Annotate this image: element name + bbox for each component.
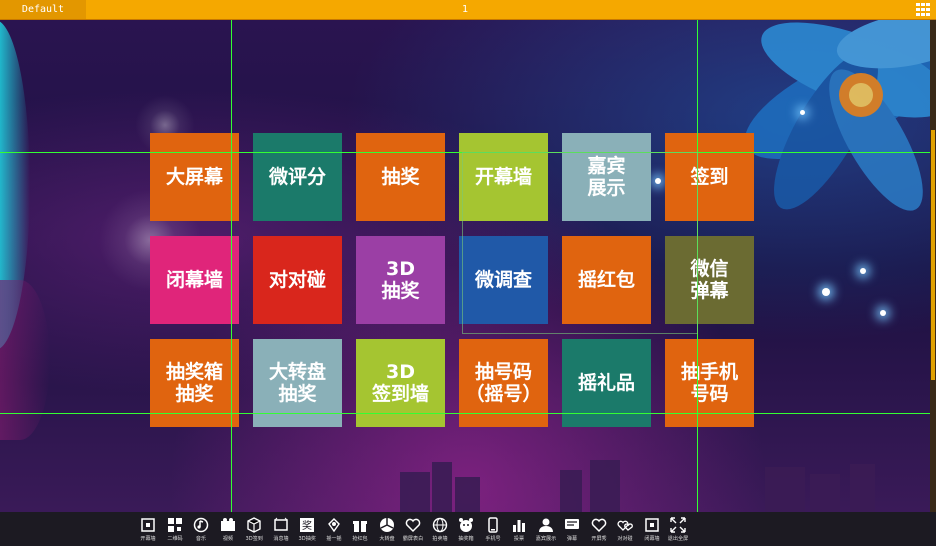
video-icon xyxy=(220,518,235,531)
toolbar-button[interactable]: 嘉宾展示 xyxy=(533,514,560,546)
selection-outline xyxy=(462,152,698,334)
sparkle xyxy=(880,310,886,316)
feature-tile[interactable]: 对对碰 xyxy=(253,236,342,324)
toolbar-button[interactable]: 开屏秀 xyxy=(586,514,613,546)
feature-tile[interactable]: 抽奖 xyxy=(356,133,445,221)
alarm-icon xyxy=(459,518,474,532)
toolbar-button[interactable]: 3D签到 xyxy=(241,514,268,546)
top-bar: Default 1 xyxy=(0,0,936,20)
city-skyline xyxy=(400,460,875,512)
scrollbar-thumb[interactable] xyxy=(931,130,935,380)
toolbar-button[interactable]: 视频 xyxy=(215,514,242,546)
prize-icon: 奖 xyxy=(300,518,315,532)
decorative-swirl xyxy=(0,280,50,440)
toolbar-button[interactable]: 霸屏表白 xyxy=(400,514,427,546)
wheel-icon xyxy=(379,518,394,532)
grid-icon[interactable] xyxy=(914,1,932,18)
curtain-icon xyxy=(141,518,155,532)
toolbar-button[interactable]: 闭幕墙 xyxy=(639,514,666,546)
feature-tile[interactable]: 大屏幕 xyxy=(150,133,239,221)
toolbar-button[interactable]: 退出全屏 xyxy=(665,514,692,546)
sparkle xyxy=(860,268,866,274)
person-icon xyxy=(538,518,553,532)
toolbar-button-label: 消息墙 xyxy=(273,535,289,542)
toolbar-button[interactable]: 大转盘 xyxy=(374,514,401,546)
toolbar-button-label: 对对碰 xyxy=(617,535,633,542)
guide-line-horizontal xyxy=(0,413,930,414)
toolbar-button[interactable]: 对对碰 xyxy=(612,514,639,546)
music-icon xyxy=(194,517,209,533)
toolbar-button[interactable]: 投票 xyxy=(506,514,533,546)
qrcode-icon xyxy=(167,518,182,532)
toolbar-button[interactable]: 抽奖箱 xyxy=(453,514,480,546)
curtain-icon xyxy=(645,518,659,532)
toolbar-button-label: 开屏秀 xyxy=(591,535,607,542)
toolbar-button-label: 开幕墙 xyxy=(140,535,156,542)
toolbar-button-label: 3D签到 xyxy=(245,535,263,542)
toolbar-button[interactable]: 奖 3D抽奖 xyxy=(294,514,321,546)
toolbar-button[interactable]: 二维码 xyxy=(162,514,189,546)
globe-icon xyxy=(432,517,447,533)
guide-line-vertical xyxy=(231,20,232,546)
bottom-toolbar: 开幕墙 二维码 音乐 视频 3D签到 消息墙 奖 3D抽奖 摇一摇 抢红包 大转盘 霸屏表白 拍卖墙 抽奖… xyxy=(0,512,936,546)
toolbar-button-label: 3D抽奖 xyxy=(298,535,316,542)
barrage-icon xyxy=(565,519,580,529)
toolbar-button-label: 嘉宾展示 xyxy=(535,535,556,542)
toolbar-button-label: 抽奖箱 xyxy=(458,535,474,542)
toolbar-button[interactable]: 手机号 xyxy=(480,514,507,546)
toolbar-button[interactable]: 摇一摇 xyxy=(321,514,348,546)
wall-icon xyxy=(274,517,288,531)
toolbar-button-label: 闭幕墙 xyxy=(644,535,660,542)
toolbar-button[interactable]: 弹幕 xyxy=(559,514,586,546)
toolbar-button-label: 二维码 xyxy=(167,535,183,542)
cube-icon xyxy=(247,517,261,533)
toolbar-button-label: 霸屏表白 xyxy=(403,535,424,542)
page-title: 1 xyxy=(461,4,469,15)
toolbar-button[interactable]: 开幕墙 xyxy=(135,514,162,546)
phone-icon xyxy=(488,517,498,533)
shake-icon xyxy=(327,518,340,533)
toolbar-button[interactable]: 抢红包 xyxy=(347,514,374,546)
heart-icon xyxy=(405,518,421,533)
toolbar-button-label: 投票 xyxy=(514,535,525,542)
toolbar-button[interactable]: 音乐 xyxy=(188,514,215,546)
toolbar-button-label: 大转盘 xyxy=(379,535,395,542)
toolbar-button[interactable]: 消息墙 xyxy=(268,514,295,546)
sparkle xyxy=(800,110,805,115)
gift-icon xyxy=(353,521,368,532)
toolbar-button-label: 音乐 xyxy=(196,535,207,542)
toolbar-button-label: 弹幕 xyxy=(567,535,578,542)
toolbar-button-label: 视频 xyxy=(222,535,233,542)
toolbar-button-label: 退出全屏 xyxy=(668,535,689,542)
chart-icon xyxy=(513,520,526,532)
sparkle xyxy=(822,288,830,296)
fullscreen-icon xyxy=(670,517,686,533)
toolbar-button[interactable]: 拍卖墙 xyxy=(427,514,454,546)
feature-tile[interactable]: 3D 抽奖 xyxy=(356,236,445,324)
scrollbar[interactable] xyxy=(930,20,936,546)
toolbar-button-label: 手机号 xyxy=(485,535,501,542)
toolbar-button-label: 抢红包 xyxy=(352,535,368,542)
toolbar-button-label: 拍卖墙 xyxy=(432,535,448,542)
feature-tile[interactable]: 闭幕墙 xyxy=(150,236,239,324)
tab-default[interactable]: Default xyxy=(0,0,86,19)
heart-icon xyxy=(591,518,607,533)
hearts-icon xyxy=(617,520,634,531)
feature-tile[interactable]: 微评分 xyxy=(253,133,342,221)
svg-text:奖: 奖 xyxy=(302,519,312,532)
toolbar-button-label: 摇一摇 xyxy=(326,535,342,542)
